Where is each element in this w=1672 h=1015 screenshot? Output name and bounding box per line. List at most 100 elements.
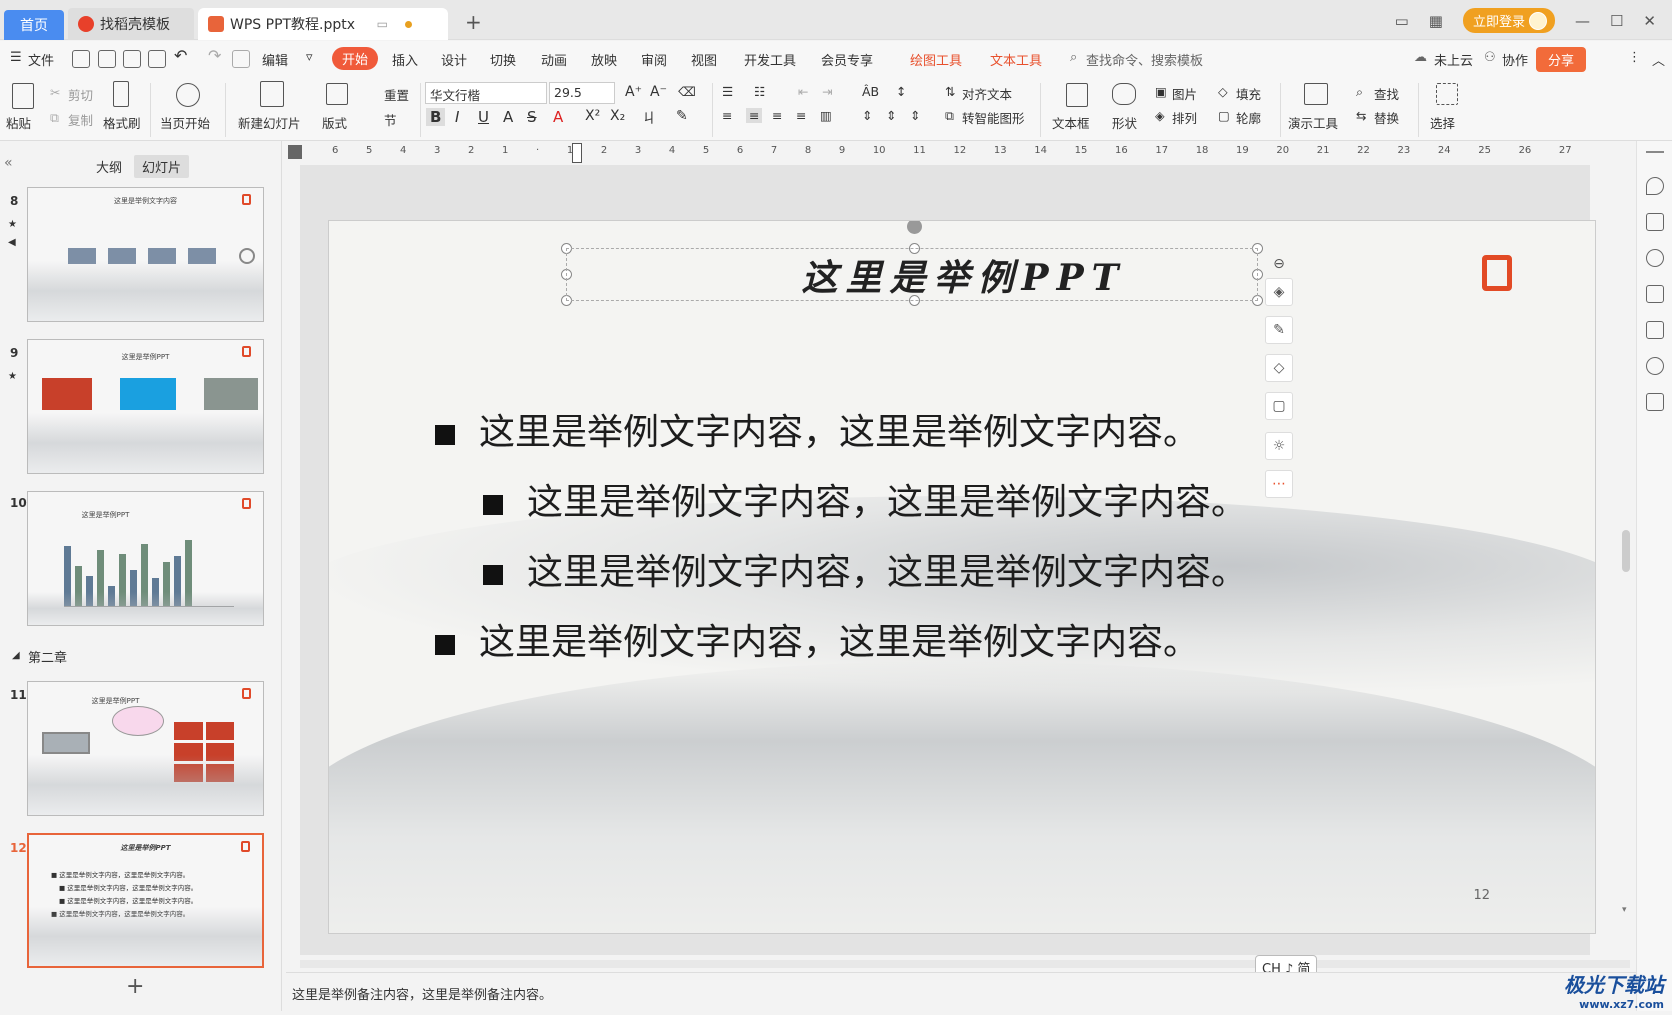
rotate-handle-icon[interactable] xyxy=(907,221,922,234)
reset-button[interactable]: 重置 xyxy=(384,85,409,104)
tab-home[interactable]: 首页 xyxy=(4,10,64,40)
menu-draw-tools[interactable]: 绘图工具 xyxy=(910,50,962,69)
export-icon[interactable] xyxy=(98,50,116,68)
outline-button[interactable]: 轮廓 xyxy=(1236,108,1261,127)
maximize-icon[interactable]: ☐ xyxy=(1610,12,1623,30)
bullet-list-icon[interactable]: ☰ xyxy=(722,84,733,99)
indent-marker-icon[interactable] xyxy=(572,143,582,163)
paste-icon[interactable] xyxy=(12,83,34,109)
menu-devtools[interactable]: 开发工具 xyxy=(744,50,796,69)
fill-bucket-icon[interactable]: ◇ xyxy=(1265,354,1293,382)
outdent-icon[interactable]: ⇤ xyxy=(798,84,808,99)
bullet-4[interactable]: 这里是举例文字内容，这里是举例文字内容。 xyxy=(435,613,1199,665)
slide-thumb-10[interactable]: 这里是举例PPT xyxy=(27,491,264,626)
hamburger-icon[interactable]: ☰ xyxy=(10,50,22,65)
section-title[interactable]: 第二章 xyxy=(28,647,67,666)
slide-thumb-12[interactable]: 这里是举例PPT ■ 这里是举例文字内容，这里是举例文字内容。 ■ 这里是举例文… xyxy=(27,833,264,968)
line-spacing-icon[interactable]: ↕ xyxy=(896,84,906,99)
highlight-icon[interactable]: ✎ xyxy=(676,108,688,124)
vertical-scrollbar[interactable] xyxy=(1622,530,1630,572)
superscript-icon[interactable]: X² xyxy=(585,108,600,124)
section-button[interactable]: 节 xyxy=(384,110,397,129)
picture-button[interactable]: 图片 xyxy=(1172,84,1197,103)
notes-pane[interactable]: 这里是举例备注内容，这里是举例备注内容。 xyxy=(286,972,1636,1011)
select-button[interactable]: 选择 xyxy=(1430,113,1455,132)
search-input[interactable]: 查找命令、搜索模板 xyxy=(1086,50,1203,69)
rocket-icon[interactable] xyxy=(1646,177,1664,195)
more-icon[interactable]: ⋮ xyxy=(1628,50,1641,65)
underline-icon[interactable]: U xyxy=(478,108,489,126)
book-icon[interactable] xyxy=(1646,393,1664,411)
find-button[interactable]: 查找 xyxy=(1374,84,1399,103)
save-icon[interactable] xyxy=(72,50,90,68)
clear-format-icon[interactable]: ⌫ xyxy=(678,84,696,99)
slide-thumb-11[interactable]: 这里是举例PPT xyxy=(27,681,264,816)
menu-animation[interactable]: 动画 xyxy=(541,50,567,69)
text-direction-icon[interactable]: ÂB xyxy=(862,84,879,99)
print-icon[interactable] xyxy=(123,50,141,68)
font-name-select[interactable]: 华文行楷 xyxy=(425,82,547,104)
slides-icon[interactable] xyxy=(1646,285,1664,303)
font-color-icon[interactable]: A xyxy=(553,108,563,126)
tab-stop-icon[interactable] xyxy=(288,145,302,159)
paste-button[interactable]: 粘贴 xyxy=(6,113,31,132)
minimize-icon[interactable]: — xyxy=(1575,12,1590,30)
add-slide-button[interactable]: + xyxy=(126,974,144,999)
fill-button[interactable]: 填充 xyxy=(1236,84,1261,103)
bold-icon[interactable]: B xyxy=(426,108,446,126)
menu-review[interactable]: 审阅 xyxy=(641,50,667,69)
arrange-button[interactable]: 排列 xyxy=(1172,108,1197,127)
collapse-ribbon-icon[interactable]: ︿ xyxy=(1652,50,1665,69)
layout-icon[interactable]: ▭ xyxy=(1395,12,1409,30)
horizontal-scrollbar[interactable] xyxy=(300,960,1630,968)
apps-icon[interactable]: ▦ xyxy=(1429,12,1443,30)
indent-icon[interactable]: ⇥ xyxy=(822,84,832,99)
bullet-3[interactable]: 这里是举例文字内容，这里是举例文字内容。 xyxy=(483,543,1247,595)
layers-icon[interactable]: ◈ xyxy=(1265,278,1293,306)
collapse-panel-icon[interactable]: « xyxy=(4,155,13,171)
bullet-2[interactable]: 这里是举例文字内容，这里是举例文字内容。 xyxy=(483,473,1247,525)
frame-icon[interactable]: ▢ xyxy=(1265,392,1293,420)
star-pin-icon[interactable] xyxy=(1646,249,1664,267)
tab-outline[interactable]: 大纲 xyxy=(88,155,130,178)
smart-shape-button[interactable]: 转智能图形 xyxy=(962,108,1025,127)
more-chevron-icon[interactable]: ▿ xyxy=(306,50,313,65)
cut-button[interactable]: 剪切 xyxy=(68,85,93,104)
para-before-icon[interactable]: ⇕ xyxy=(886,108,896,123)
share-button[interactable]: 分享 xyxy=(1535,47,1586,72)
para-after-icon[interactable]: ⇕ xyxy=(910,108,920,123)
slide-thumb-8[interactable]: 这里是举例文字内容 xyxy=(27,187,264,322)
grow-font-icon[interactable]: A⁺ xyxy=(625,84,642,100)
distribute-icon[interactable]: ▥ xyxy=(820,108,832,123)
justify-icon[interactable]: ≡ xyxy=(796,108,806,123)
menu-view[interactable]: 视图 xyxy=(691,50,717,69)
page-down-icon[interactable]: ▾ xyxy=(1622,905,1627,915)
menu-collab[interactable]: 协作 xyxy=(1502,50,1528,69)
shadow-icon[interactable]: A xyxy=(503,108,513,126)
align-center-icon[interactable]: ≡ xyxy=(746,108,763,123)
align-left-icon[interactable]: ≡ xyxy=(722,108,732,123)
align-text-button[interactable]: 对齐文本 xyxy=(962,84,1012,103)
shape-button[interactable]: 形状 xyxy=(1112,113,1137,132)
bullet-1[interactable]: 这里是举例文字内容，这里是举例文字内容。 xyxy=(435,403,1199,455)
close-icon[interactable]: ✕ xyxy=(1643,12,1656,30)
preview-icon[interactable] xyxy=(148,50,166,68)
menu-insert[interactable]: 插入 xyxy=(392,50,418,69)
format-painter-button[interactable]: 格式刷 xyxy=(103,113,141,132)
subscript-icon[interactable]: X₂ xyxy=(610,108,625,124)
tab-template[interactable]: 找稻壳模板 xyxy=(68,8,194,40)
phonetic-icon[interactable]: ㄐ xyxy=(642,108,656,128)
present-tools-button[interactable]: 演示工具 xyxy=(1288,113,1338,132)
font-size-select[interactable]: 29.5 xyxy=(549,82,615,104)
redo-icon[interactable]: ↷ xyxy=(208,46,221,65)
para-spacing-icon[interactable]: ⇕ xyxy=(862,108,872,123)
pen-icon[interactable]: ✎ xyxy=(1265,316,1293,344)
menu-member[interactable]: 会员专享 xyxy=(821,50,873,69)
textbox-button[interactable]: 文本框 xyxy=(1052,113,1090,132)
tab-document[interactable]: WPS PPT教程.pptx ▭ xyxy=(198,8,448,40)
menu-slideshow[interactable]: 放映 xyxy=(591,50,617,69)
minus-circle-icon[interactable]: ⊖ xyxy=(1265,250,1293,278)
shrink-font-icon[interactable]: A⁻ xyxy=(650,84,667,100)
menu-text-tools[interactable]: 文本工具 xyxy=(990,50,1042,69)
undo-icon[interactable]: ↶ xyxy=(174,46,187,65)
